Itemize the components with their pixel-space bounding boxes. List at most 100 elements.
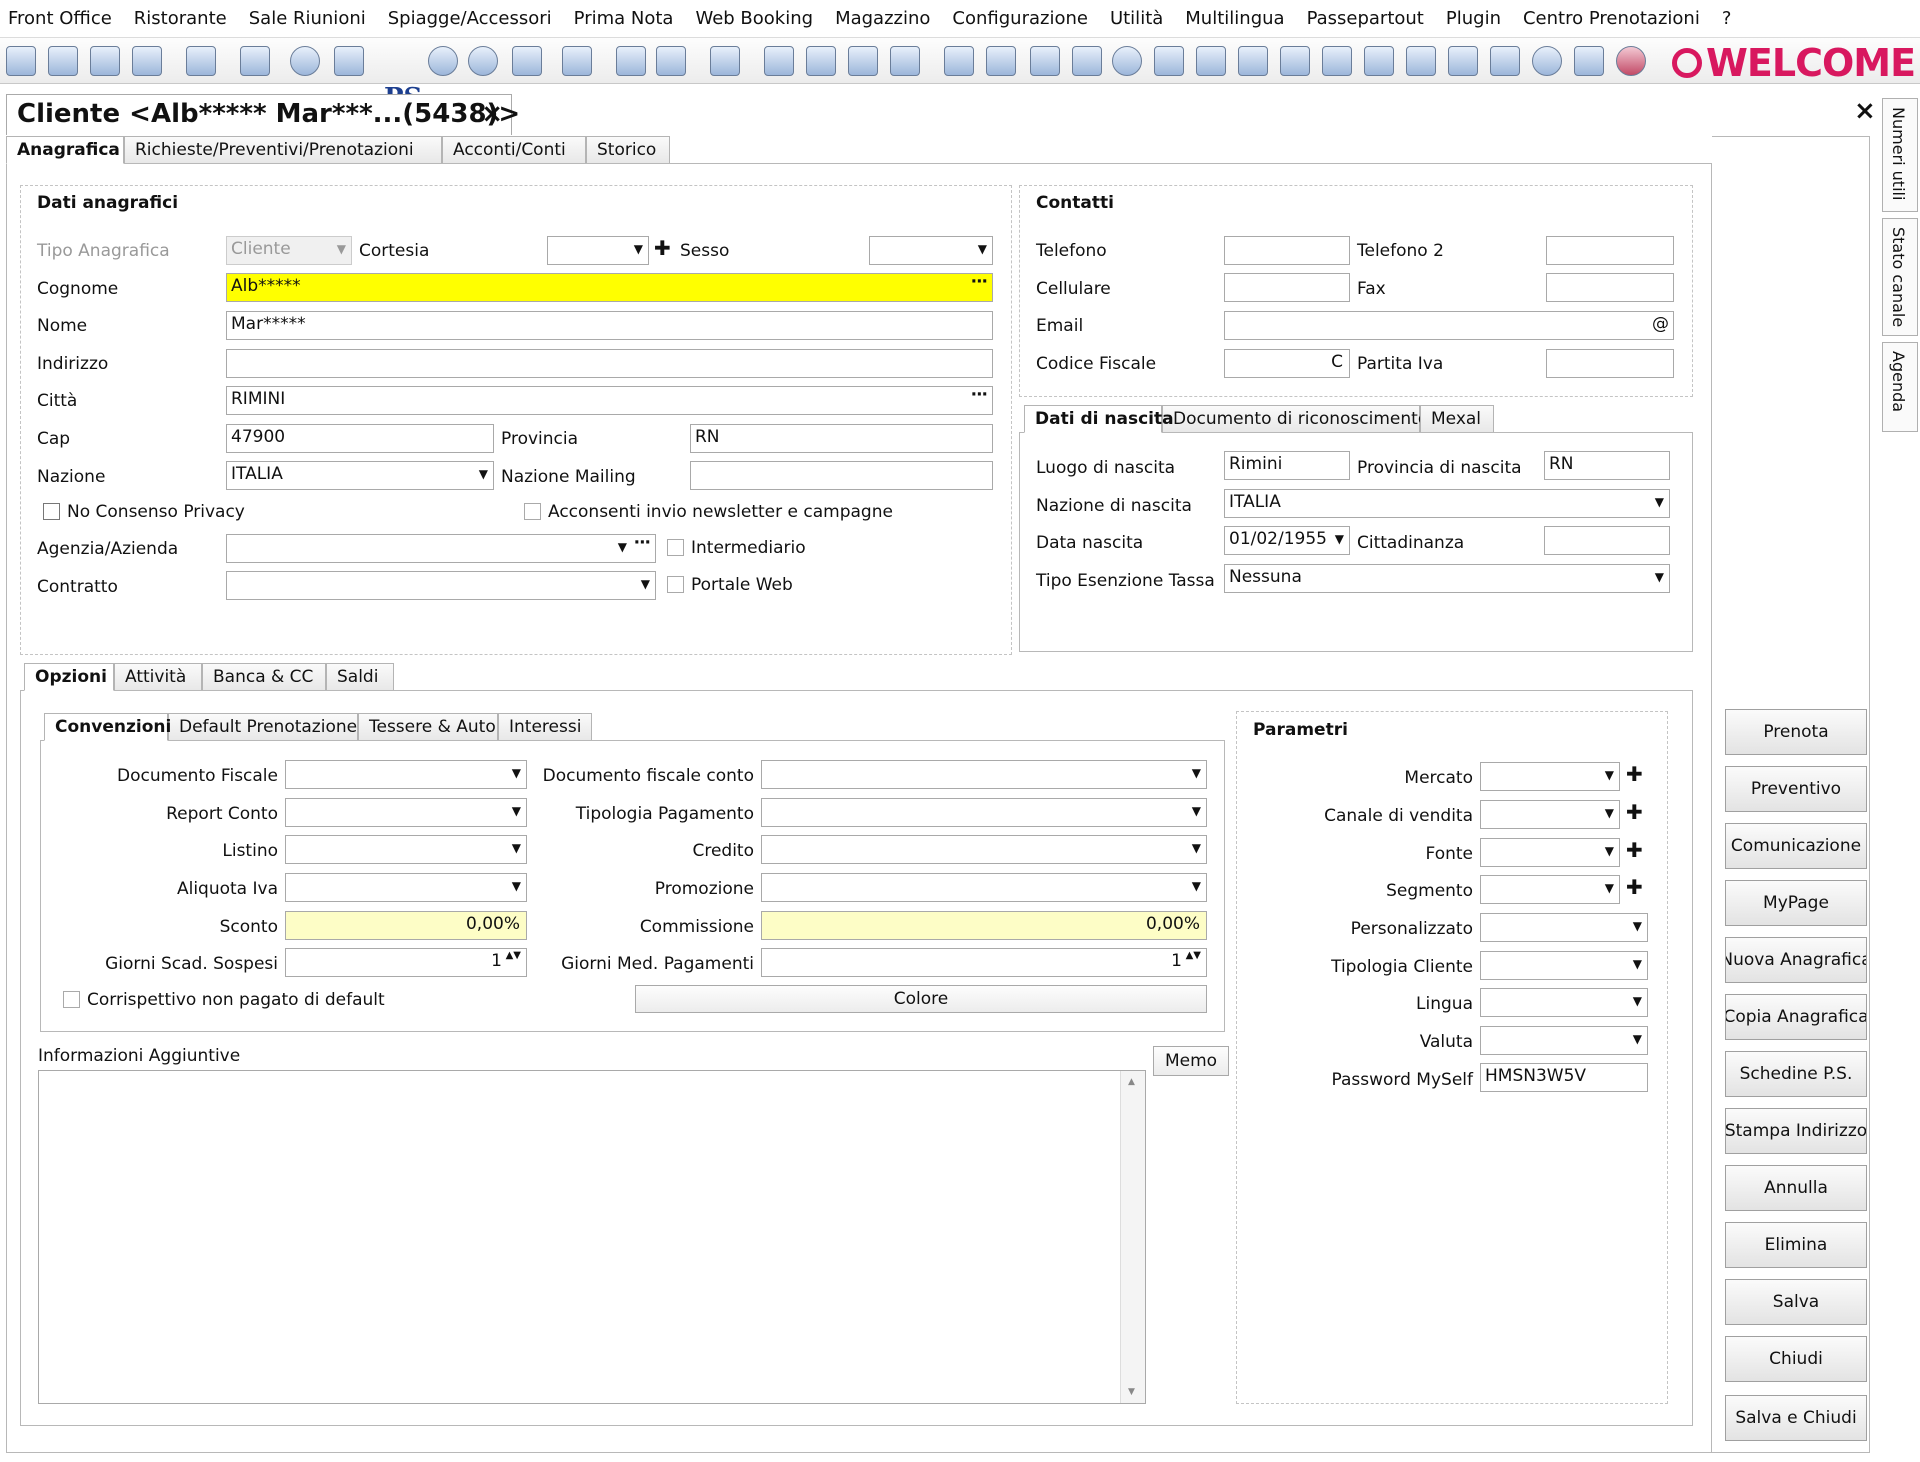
window-close-icon[interactable]: × [1854, 96, 1876, 126]
tab-documento-riconoscimento[interactable]: Documento di riconoscimento [1162, 405, 1428, 433]
giorni-scad-sospesi-stepper[interactable]: 1 ▲▼ [285, 948, 527, 977]
commissione-input[interactable]: 0,00% [761, 911, 1207, 940]
segmento-select[interactable]: ▼ [1480, 875, 1620, 904]
comunicazione-button[interactable]: Comunicazione [1725, 823, 1867, 869]
menu-multilingua[interactable]: Multilingua [1185, 8, 1284, 29]
nazione-select[interactable]: ITALIA ▼ [226, 461, 494, 490]
cortesia-add-icon[interactable]: ✚ [654, 236, 671, 260]
chiudi-button[interactable]: Chiudi [1725, 1336, 1867, 1382]
nazione-mailing-input[interactable] [690, 461, 993, 490]
memo-button[interactable]: Memo [1153, 1046, 1229, 1076]
nome-input[interactable]: Mar***** [226, 311, 993, 340]
toolbar-add-icon[interactable] [986, 46, 1016, 76]
cortesia-select[interactable]: ▼ [547, 236, 649, 265]
fax-input[interactable] [1546, 273, 1674, 302]
toolbar-checklist-icon[interactable] [848, 46, 878, 76]
menu-web-booking[interactable]: Web Booking [695, 8, 813, 29]
toolbar-report-icon[interactable] [512, 46, 542, 76]
tab-banca-cc[interactable]: Banca & CC [202, 663, 326, 691]
tab-mexal[interactable]: Mexal [1420, 405, 1494, 433]
cognome-input[interactable]: Alb***** ··· [226, 273, 993, 302]
promozione-select[interactable]: ▼ [761, 873, 1207, 902]
spin-arrows-icon[interactable]: ▲▼ [506, 950, 521, 962]
toolbar-window-icon[interactable] [90, 46, 120, 76]
toolbar-book-icon[interactable] [1406, 46, 1436, 76]
portale-web-checkbox[interactable] [667, 576, 684, 593]
menu-centro-prenotazioni[interactable]: Centro Prenotazioni [1523, 8, 1700, 29]
toolbar-help-icon[interactable] [1532, 46, 1562, 76]
tab-anagrafica[interactable]: Anagrafica [6, 136, 124, 164]
toolbar-planning-icon[interactable] [6, 46, 36, 76]
toolbar-colors-icon[interactable] [290, 46, 320, 76]
menu-spiagge-accessori[interactable]: Spiagge/Accessori [388, 8, 552, 29]
agenzia-lookup-icon[interactable]: ··· [634, 535, 651, 553]
toolbar-clock-icon[interactable] [1112, 46, 1142, 76]
toolbar-folder-icon[interactable] [1364, 46, 1394, 76]
password-myself-input[interactable]: HMSN3W5V [1480, 1063, 1648, 1092]
mercato-add-icon[interactable]: ✚ [1626, 762, 1643, 786]
menu-help[interactable]: ? [1722, 8, 1732, 29]
colore-button[interactable]: Colore [635, 985, 1207, 1013]
tipologia-pagamento-select[interactable]: ▼ [761, 798, 1207, 827]
tab-richieste-preventivi-prenotazioni[interactable]: Richieste/Preventivi/Prenotazioni [124, 136, 442, 164]
toolbar-calendar-icon[interactable] [48, 46, 78, 76]
copia-anagrafica-button[interactable]: Copia Anagrafica [1725, 994, 1867, 1040]
informazioni-aggiuntive-textarea[interactable] [38, 1070, 1146, 1404]
contratto-select[interactable]: ▼ [226, 571, 656, 600]
tab-default-prenotazione[interactable]: Default Prenotazione [168, 713, 358, 741]
menu-passepartout[interactable]: Passepartout [1307, 8, 1424, 29]
vtab-numeri-utili[interactable]: Numeri utili [1882, 98, 1918, 212]
nuova-anagrafica-button[interactable]: Nuova Anagrafica [1725, 937, 1867, 983]
indirizzo-input[interactable] [226, 349, 993, 378]
prenota-button[interactable]: Prenota [1725, 709, 1867, 755]
lingua-select[interactable]: ▼ [1480, 988, 1648, 1017]
corrispettivo-checkbox[interactable] [63, 991, 80, 1008]
data-nascita-picker[interactable]: 01/02/1955 ▼ [1224, 526, 1350, 555]
schedine-ps-button[interactable]: Schedine P.S. [1725, 1051, 1867, 1097]
toolbar-picture-icon[interactable] [1154, 46, 1184, 76]
sconto-input[interactable]: 0,00% [285, 911, 527, 940]
menu-magazzino[interactable]: Magazzino [835, 8, 930, 29]
stampa-indirizzo-button[interactable]: Stampa Indirizzo [1725, 1108, 1867, 1154]
toolbar-document-icon[interactable] [334, 46, 364, 76]
documento-fiscale-select[interactable]: ▼ [285, 760, 527, 789]
codice-fiscale-calc-button[interactable]: C [1331, 352, 1343, 372]
toolbar-windows-icon[interactable] [1072, 46, 1102, 76]
tab-opzioni[interactable]: Opzioni [24, 663, 114, 691]
toolbar-contact-card-icon[interactable] [186, 46, 216, 76]
salva-button[interactable]: Salva [1725, 1279, 1867, 1325]
partita-iva-input[interactable] [1546, 349, 1674, 378]
provincia-input[interactable]: RN [690, 424, 993, 453]
toolbar-info-icon[interactable] [1616, 46, 1646, 76]
menu-utilita[interactable]: Utilità [1110, 8, 1163, 29]
salva-e-chiudi-button[interactable]: Salva e Chiudi [1725, 1395, 1867, 1441]
cittadinanza-input[interactable] [1544, 526, 1670, 555]
sesso-select[interactable]: ▼ [869, 236, 993, 265]
toolbar-stack-icon[interactable] [616, 46, 646, 76]
toolbar-note-icon[interactable] [710, 46, 740, 76]
provincia-nascita-input[interactable]: RN [1544, 451, 1670, 480]
telefono2-input[interactable] [1546, 236, 1674, 265]
tab-convenzioni[interactable]: Convenzioni [44, 713, 171, 741]
spin-arrows-icon[interactable]: ▲▼ [1186, 950, 1201, 962]
menu-configurazione[interactable]: Configurazione [952, 8, 1088, 29]
valuta-select[interactable]: ▼ [1480, 1026, 1648, 1055]
citta-lookup-icon[interactable]: ··· [971, 387, 988, 405]
tab-acconti-conti[interactable]: Acconti/Conti [442, 136, 586, 164]
telefono-input[interactable] [1224, 236, 1350, 265]
email-at-icon[interactable]: @ [1652, 314, 1669, 334]
menu-ristorante[interactable]: Ristorante [134, 8, 227, 29]
toolbar-calculator-icon[interactable] [1448, 46, 1478, 76]
mypage-button[interactable]: MyPage [1725, 880, 1867, 926]
document-tab[interactable]: Cliente <Alb***** Mar***...(5438)> × [6, 94, 520, 135]
scroll-down-icon[interactable]: ▼ [1128, 1387, 1135, 1397]
esenzione-tassa-select[interactable]: Nessuna ▼ [1224, 564, 1670, 593]
toolbar-lock-icon[interactable] [1490, 46, 1520, 76]
intermediario-checkbox[interactable] [667, 539, 684, 556]
cellulare-input[interactable] [1224, 273, 1350, 302]
documento-fiscale-conto-select[interactable]: ▼ [761, 760, 1207, 789]
toolbar-puzzle-icon[interactable] [1574, 46, 1604, 76]
agenzia-select[interactable]: ▼ ··· [226, 534, 656, 563]
document-tab-close-icon[interactable]: × [481, 99, 503, 129]
elimina-button[interactable]: Elimina [1725, 1222, 1867, 1268]
